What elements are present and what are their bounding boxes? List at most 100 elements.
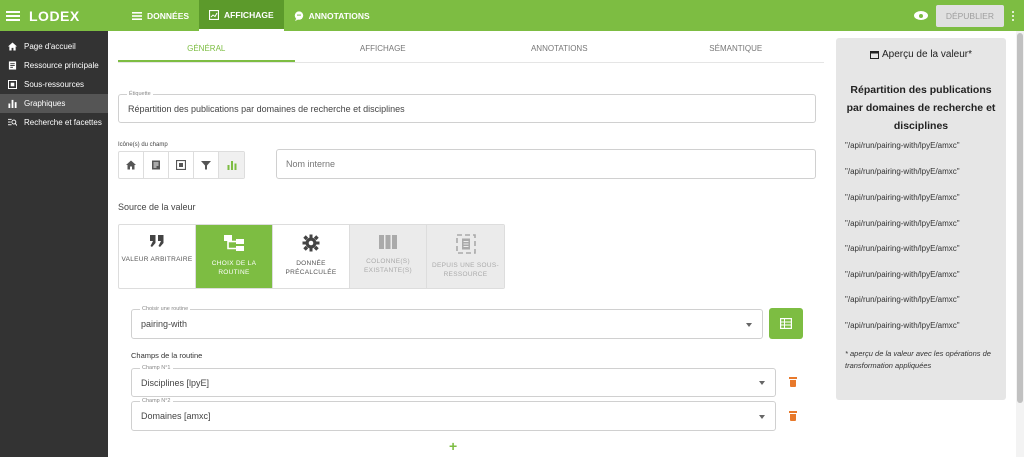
champ-2-select[interactable]: Champ N°2 Domaines [amxc]	[131, 398, 776, 431]
nav-annotations[interactable]: ANNOTATIONS	[284, 0, 380, 31]
scrollbar-thumb[interactable]	[1017, 33, 1023, 403]
source-label: DEPUIS UNE SOUS-RESSOURCE	[432, 262, 499, 278]
etiquette-value: Répartition des publications par domaine…	[128, 104, 405, 114]
tab-general[interactable]: GÉNÉRAL	[118, 39, 295, 62]
columns-icon	[379, 235, 397, 249]
etiquette-field[interactable]: Étiquette Répartition des publications p…	[118, 91, 816, 123]
sidebar-item-graphiques[interactable]: Graphiques	[0, 94, 108, 113]
preview-value: "/api/run/pairing-with/lpyE/amxc"	[845, 219, 960, 228]
sidebar: Page d'accueil Ressource principale Sous…	[0, 31, 108, 457]
nav-donnees[interactable]: DONNÉES	[122, 0, 199, 31]
champ-1-value: Disciplines [lpyE]	[141, 378, 210, 388]
top-actions: DÉPUBLIER	[913, 0, 1014, 31]
source-label: COLONNE(S) EXISTANTE(S)	[364, 258, 412, 274]
source-colonnes-existantes[interactable]: COLONNE(S) EXISTANTE(S)	[350, 225, 427, 288]
value-preview-panel: Aperçu de la valeur* Répartition des pub…	[836, 38, 1006, 400]
delete-champ-1-icon[interactable]	[789, 377, 797, 387]
gear-icon	[302, 234, 320, 252]
preview-value: "/api/run/pairing-with/lpyE/amxc"	[845, 295, 960, 304]
preview-icon	[869, 50, 879, 59]
preview-value: "/api/run/pairing-with/lpyE/amxc"	[845, 270, 960, 279]
list-icon	[132, 11, 142, 20]
eye-icon[interactable]	[913, 11, 928, 20]
source-label: DONNÉE PRÉCALCULÉE	[285, 260, 337, 276]
source-valeur-arbitraire[interactable]: VALEUR ARBITRAIRE	[119, 225, 196, 288]
tab-annotations[interactable]: ANNOTATIONS	[471, 39, 648, 62]
menu-icon[interactable]	[6, 10, 20, 21]
tab-affichage[interactable]: AFFICHAGE	[295, 39, 472, 62]
preview-value: "/api/run/pairing-with/lpyE/amxc"	[845, 141, 960, 150]
sidebar-item-subresources[interactable]: Sous-ressources	[0, 75, 108, 94]
preview-value: "/api/run/pairing-with/lpyE/amxc"	[845, 193, 960, 202]
icon-toggle-chart[interactable]	[219, 152, 244, 178]
source-label: CHOIX DE LA ROUTINE	[211, 260, 257, 276]
top-nav: DONNÉES AFFICHAGE ANNOTATIONS	[122, 0, 380, 31]
bar-chart-icon	[8, 99, 17, 108]
icon-toggle-document[interactable]	[144, 152, 169, 178]
add-champ-button[interactable]: +	[449, 438, 457, 454]
source-label: VALEUR ARBITRAIRE	[121, 256, 193, 263]
display-icon	[209, 9, 220, 20]
routine-label: Choisir une routine	[140, 306, 191, 312]
nav-affichage[interactable]: AFFICHAGE	[199, 0, 284, 31]
sidebar-item-label: Sous-ressources	[24, 80, 85, 89]
chevron-down-icon	[759, 381, 765, 385]
delete-champ-2-icon[interactable]	[789, 411, 797, 421]
filter-icon	[201, 161, 211, 170]
champs-title: Champs de la routine	[131, 351, 203, 360]
routine-select[interactable]: Choisir une routine pairing-with	[131, 306, 763, 339]
source-choix-routine[interactable]: CHOIX DE LA ROUTINE	[196, 225, 273, 288]
subresource-icon	[8, 80, 17, 89]
icon-toggle-home[interactable]	[119, 152, 144, 178]
nav-donnees-label: DONNÉES	[147, 10, 190, 21]
nav-annotations-label: ANNOTATIONS	[308, 10, 370, 21]
field-icons-toggle	[118, 151, 245, 179]
source-options: VALEUR ARBITRAIRE CHOIX DE LA ROUTINE DO…	[118, 224, 505, 289]
champ-2-label: Champ N°2	[140, 398, 173, 404]
quote-icon	[150, 235, 164, 247]
home-icon	[8, 42, 17, 51]
sidebar-item-search[interactable]: Recherche et facettes	[0, 113, 108, 132]
sidebar-item-label: Page d'accueil	[24, 42, 76, 51]
tab-semantique[interactable]: SÉMANTIQUE	[648, 39, 825, 62]
preview-value: "/api/run/pairing-with/lpyE/amxc"	[845, 321, 960, 330]
champ-2-value: Domaines [amxc]	[141, 411, 211, 421]
unpublish-button[interactable]: DÉPUBLIER	[935, 4, 1004, 27]
icon-toggle-subresource[interactable]	[169, 152, 194, 178]
sidebar-item-main-resource[interactable]: Ressource principale	[0, 56, 108, 75]
champ-1-select[interactable]: Champ N°1 Disciplines [lpyE]	[131, 365, 776, 397]
icons-label: Icône(s) du champ	[118, 142, 168, 148]
subresource-icon	[176, 160, 186, 170]
champ-1-label: Champ N°1	[140, 365, 173, 371]
preview-value: "/api/run/pairing-with/lpyE/amxc"	[845, 167, 960, 176]
table-icon	[780, 318, 792, 329]
icon-toggle-filter[interactable]	[194, 152, 219, 178]
home-icon	[126, 160, 136, 170]
source-sous-ressource[interactable]: DEPUIS UNE SOUS-RESSOURCE	[427, 225, 504, 288]
more-vert-icon[interactable]	[1012, 10, 1014, 21]
sidebar-item-label: Recherche et facettes	[24, 118, 102, 127]
document-icon	[152, 160, 160, 170]
document-icon	[8, 61, 17, 70]
routine-doc-button[interactable]	[769, 308, 803, 339]
nom-interne-placeholder: Nom interne	[286, 159, 336, 169]
preview-title: Aperçu de la valeur*	[836, 49, 1006, 60]
nom-interne-field[interactable]: Nom interne	[276, 149, 816, 179]
subresource-icon	[455, 234, 476, 254]
comment-icon	[294, 10, 303, 21]
etiquette-label: Étiquette	[127, 91, 153, 97]
sidebar-item-label: Graphiques	[24, 99, 66, 108]
main-content: GÉNÉRAL AFFICHAGE ANNOTATIONS SÉMANTIQUE…	[108, 31, 826, 457]
nav-affichage-label: AFFICHAGE	[224, 9, 274, 20]
source-title: Source de la valeur	[118, 202, 196, 212]
preview-value: "/api/run/pairing-with/lpyE/amxc"	[845, 244, 960, 253]
app-logo[interactable]: LODEX	[29, 8, 80, 24]
tab-bar: GÉNÉRAL AFFICHAGE ANNOTATIONS SÉMANTIQUE	[118, 39, 824, 63]
chevron-down-icon	[746, 323, 752, 327]
preview-title-text: Aperçu de la valeur*	[881, 49, 973, 60]
routine-value: pairing-with	[141, 319, 188, 329]
sidebar-item-label: Ressource principale	[24, 61, 99, 70]
sidebar-item-home[interactable]: Page d'accueil	[0, 37, 108, 56]
page-scrollbar[interactable]	[1016, 31, 1024, 457]
source-donnee-precalculee[interactable]: DONNÉE PRÉCALCULÉE	[273, 225, 350, 288]
